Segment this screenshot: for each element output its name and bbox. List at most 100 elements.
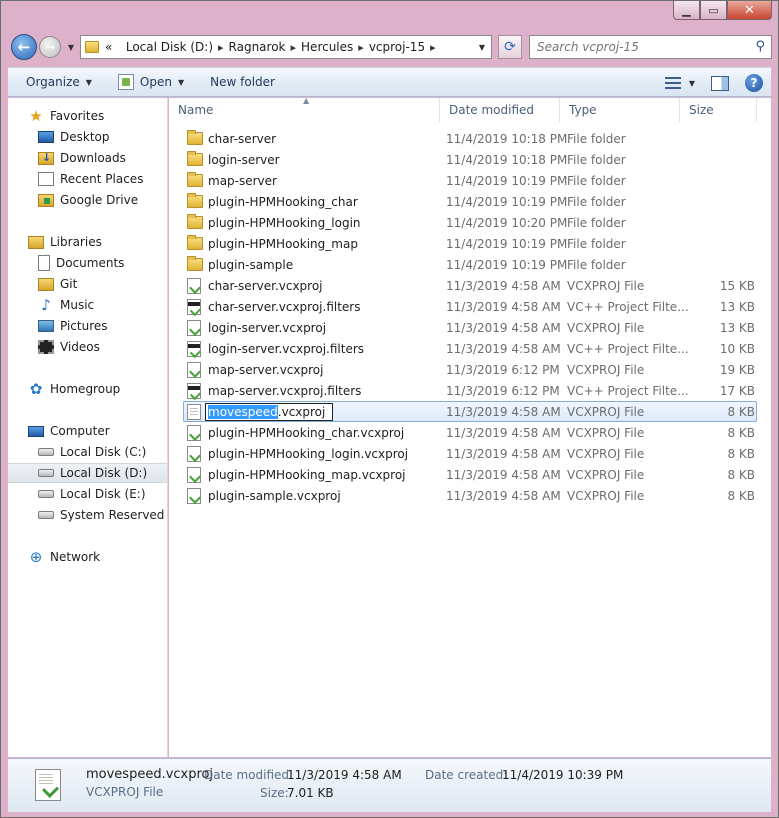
address-bar[interactable]: « Local Disk (D:) ▸ Ragnarok ▸ Hercules … [80, 35, 492, 59]
nav-local-disk-c[interactable]: Local Disk (C:) [8, 442, 167, 462]
nav-documents[interactable]: Documents [8, 253, 167, 273]
file-row[interactable]: char-server.vcxproj 11/3/2019 4:58 AM VCXP… [169, 275, 771, 296]
nav-label: Recent Places [60, 172, 144, 186]
nav-local-disk-e[interactable]: Local Disk (E:) [8, 484, 167, 504]
nav-videos[interactable]: Videos [8, 337, 167, 357]
file-name: plugin-sample [208, 257, 294, 272]
file-row[interactable]: login-server 11/4/2019 10:18 PM File folde… [169, 149, 771, 170]
breadcrumb-ragnarok[interactable]: Ragnarok [229, 40, 286, 54]
refresh-button[interactable]: ⟳ [498, 35, 522, 59]
file-row[interactable]: plugin-HPMHooking_login 11/4/2019 10:20 P… [169, 212, 771, 233]
new-folder-button[interactable]: New folder [194, 67, 285, 97]
rename-extension-text: .vcxproj [277, 404, 326, 419]
folder-icon [85, 41, 99, 53]
file-row-renaming[interactable]: movespeed .vcxproj 11/3/2019 4:58 AM VCXPRO… [183, 401, 757, 422]
nav-label: Videos [60, 340, 100, 354]
file-row[interactable]: map-server 11/4/2019 10:19 PM File folder [169, 170, 771, 191]
nav-local-disk-d[interactable]: Local Disk (D:) [8, 463, 167, 483]
column-header-date-modified[interactable]: Date modified [440, 98, 560, 122]
details-date-modified-value: 11/3/2019 4:58 AM [287, 768, 402, 782]
file-row[interactable]: login-server.vcxproj 11/3/2019 4:58 AM VCX… [169, 317, 771, 338]
nav-network[interactable]: ⊕ Network [8, 547, 167, 567]
help-button[interactable]: ? [745, 74, 763, 92]
nav-libraries[interactable]: Libraries [8, 232, 167, 252]
column-header-row: ▲ Name Date modified Type Size [169, 96, 771, 122]
maximize-icon: ▭ [708, 3, 719, 17]
chevron-down-icon: ▼ [85, 77, 92, 87]
nav-label: Pictures [60, 319, 108, 333]
organize-button[interactable]: Organize ▼ [8, 67, 102, 97]
nav-desktop[interactable]: Desktop [8, 127, 167, 147]
close-button[interactable]: ✕ [727, 1, 772, 20]
maximize-button[interactable]: ▭ [700, 1, 727, 20]
minimize-button[interactable]: ▁ [673, 1, 700, 20]
nav-downloads[interactable]: Downloads [8, 148, 167, 168]
rename-textbox[interactable]: movespeed .vcxproj [205, 402, 333, 421]
breadcrumb-hercules[interactable]: Hercules [301, 40, 353, 54]
vcxproj-file-icon [187, 487, 201, 504]
file-row[interactable]: char-server 11/4/2019 10:18 PM File folder [169, 128, 771, 149]
preview-pane-button[interactable] [711, 75, 729, 91]
nav-favorites[interactable]: ★ Favorites [8, 106, 167, 126]
file-size: 10 KB [719, 341, 755, 356]
file-size: 15 KB [719, 278, 755, 293]
open-file-icon [117, 74, 134, 90]
change-view-button[interactable] [663, 75, 683, 91]
google-drive-icon [38, 193, 54, 207]
homegroup-icon: ✿ [29, 380, 43, 398]
breadcrumb-arrow-icon[interactable]: ▸ [430, 41, 436, 54]
file-row[interactable]: map-server.vcxproj.filters 11/3/2019 6:12… [169, 380, 771, 401]
file-date-modified: 11/4/2019 10:19 PM [446, 194, 568, 209]
nav-computer[interactable]: Computer [8, 421, 167, 441]
nav-git[interactable]: Git [8, 274, 167, 294]
organize-label: Organize [26, 75, 80, 89]
address-dropdown-button[interactable]: ▼ [473, 36, 491, 58]
breadcrumb-arrow-icon[interactable]: ▸ [291, 41, 297, 54]
column-header-name[interactable]: ▲ Name [169, 96, 440, 122]
file-date-modified: 11/4/2019 10:18 PM [446, 131, 568, 146]
explorer-window: ▁ ▭ ✕ ← → ▼ « Local Disk (D:) ▸ Ragnarok… [0, 0, 779, 818]
breadcrumb-arrow-icon[interactable]: ▸ [218, 41, 224, 54]
view-options-chevron-icon[interactable]: ▼ [689, 79, 695, 88]
file-row[interactable]: char-server.vcxproj.filters 11/3/2019 4:5… [169, 296, 771, 317]
file-type: File folder [567, 173, 626, 188]
recent-pages-button[interactable]: ▼ [65, 40, 77, 54]
forward-button[interactable]: → [39, 36, 61, 58]
file-date-modified: 11/3/2019 4:58 AM [446, 488, 561, 503]
file-size: 8 KB [727, 404, 755, 419]
nav-google-drive[interactable]: Google Drive [8, 190, 167, 210]
file-row[interactable]: plugin-sample 11/4/2019 10:19 PM File fold… [169, 254, 771, 275]
back-button[interactable]: ← [11, 34, 37, 60]
breadcrumb-vcproj-15[interactable]: vcproj-15 [369, 40, 425, 54]
breadcrumb-arrow-icon[interactable]: ▸ [358, 41, 364, 54]
nav-pictures[interactable]: Pictures [8, 316, 167, 336]
file-row[interactable]: plugin-HPMHooking_char.vcxproj 11/3/2019 … [169, 422, 771, 443]
breadcrumb-overflow[interactable]: « [105, 40, 112, 54]
nav-system-reserved[interactable]: System Reserved (H: [8, 505, 167, 525]
nav-music[interactable]: ♪ Music [8, 295, 167, 315]
search-input[interactable] [537, 40, 742, 54]
nav-label: Git [60, 277, 78, 291]
file-row[interactable]: map-server.vcxproj 11/3/2019 6:12 PM VCXPR… [169, 359, 771, 380]
file-row[interactable]: login-server.vcxproj.filters 11/3/2019 4:… [169, 338, 771, 359]
nav-recent-places[interactable]: Recent Places [8, 169, 167, 189]
file-row[interactable]: plugin-HPMHooking_map 11/4/2019 10:19 PM F… [169, 233, 771, 254]
file-name: login-server [208, 152, 280, 167]
breadcrumb-local-disk-d[interactable]: Local Disk (D:) [126, 40, 213, 54]
search-box[interactable]: ⚲ [529, 35, 772, 59]
search-icon[interactable]: ⚲ [755, 39, 765, 54]
open-button[interactable]: Open ▼ [102, 67, 194, 97]
details-date-created-value: 11/4/2019 10:39 PM [502, 768, 624, 782]
file-name: char-server [208, 131, 277, 146]
column-header-size[interactable]: Size [680, 98, 757, 122]
file-name: plugin-sample.vcxproj [208, 488, 341, 503]
file-row[interactable]: plugin-HPMHooking_login.vcxproj 11/3/2019… [169, 443, 771, 464]
column-header-type[interactable]: Type [560, 98, 680, 122]
file-date-modified: 11/3/2019 4:58 AM [446, 425, 561, 440]
file-row[interactable]: plugin-sample.vcxproj 11/3/2019 4:58 AM VC… [169, 485, 771, 506]
details-date-modified-label: Date modified: [204, 768, 294, 782]
file-row[interactable]: plugin-HPMHooking_map.vcxproj 11/3/2019 4… [169, 464, 771, 485]
file-row[interactable]: plugin-HPMHooking_char 11/4/2019 10:19 PM… [169, 191, 771, 212]
nav-homegroup[interactable]: ✿ Homegroup [8, 379, 167, 399]
chevron-down-icon: ▼ [67, 42, 75, 52]
